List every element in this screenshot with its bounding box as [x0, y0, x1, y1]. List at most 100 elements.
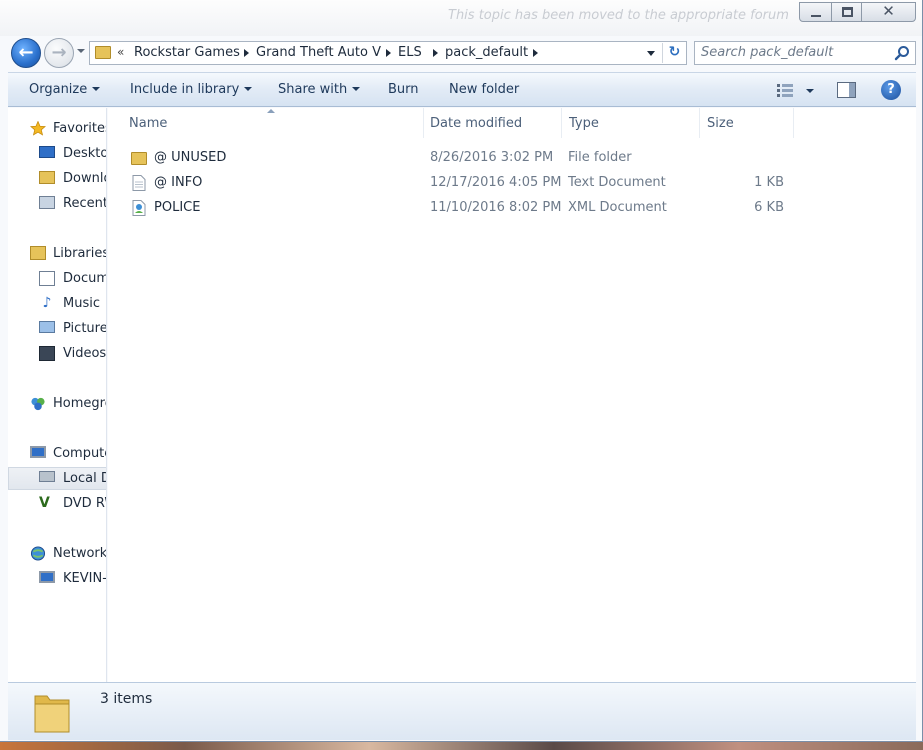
navigation-bar: ← → « Rockstar Games Grand Theft Auto V … — [0, 36, 922, 70]
nav-network-label: Network — [53, 546, 107, 561]
chevron-down-icon — [92, 87, 101, 91]
nav-favorites[interactable]: Favorites — [8, 117, 107, 140]
file-date: 12/17/2016 4:05 PM — [430, 175, 562, 190]
nav-pictures-label: Pictures — [63, 321, 107, 336]
nav-videos[interactable]: Videos — [8, 342, 107, 365]
column-header-size[interactable]: Size — [700, 108, 794, 138]
organize-button[interactable]: Organize — [29, 82, 101, 97]
nav-downloads[interactable]: Downloads — [8, 167, 106, 190]
dvd-drive-icon: V — [39, 495, 50, 511]
address-history-dropdown[interactable] — [647, 51, 655, 56]
minimize-button[interactable] — [799, 2, 832, 22]
breadcrumb-rockstar-games[interactable]: Rockstar Games — [134, 45, 240, 60]
command-bar: Organize Include in library Share with B… — [8, 72, 916, 107]
file-list: Name Date modified Type Size @ UNUSED 8/… — [108, 108, 916, 682]
recent-pages-dropdown[interactable] — [77, 49, 85, 53]
refresh-button[interactable]: ↻ — [662, 43, 686, 63]
nav-homegroup[interactable]: Homegroup — [8, 392, 106, 415]
nav-network[interactable]: Network — [8, 542, 107, 565]
new-folder-button[interactable]: New folder — [449, 82, 519, 97]
text-document-icon — [132, 175, 146, 191]
back-button[interactable]: ← — [11, 38, 41, 68]
music-note-icon: ♪ — [42, 295, 52, 311]
share-with-button[interactable]: Share with — [278, 82, 361, 97]
refresh-icon: ↻ — [668, 44, 681, 60]
include-in-library-label: Include in library — [130, 82, 240, 97]
breadcrumb-chevron-icon[interactable] — [386, 49, 391, 57]
background-ghost-text: This topic has been moved to the appropr… — [448, 8, 789, 23]
file-date: 11/10/2016 8:02 PM — [430, 200, 562, 215]
close-icon: ✕ — [882, 2, 895, 20]
breadcrumb-chevron-icon[interactable] — [533, 49, 538, 57]
nav-desktop[interactable]: Desktop — [8, 142, 106, 165]
change-view-icon[interactable] — [777, 84, 793, 97]
local-disk-icon — [39, 471, 55, 482]
back-arrow-icon: ← — [18, 42, 34, 63]
preview-pane-icon[interactable] — [837, 82, 856, 98]
close-button[interactable]: ✕ — [861, 2, 916, 22]
breadcrumb-chevron-icon[interactable] — [244, 49, 249, 57]
nav-desktop-label: Desktop — [63, 146, 106, 161]
nav-recent-places[interactable]: Recent Places — [8, 192, 106, 215]
file-row[interactable]: POLICE 11/10/2016 8:02 PM XML Document 6… — [108, 196, 808, 221]
nav-computer[interactable]: Computer — [8, 442, 106, 465]
column-header-name[interactable]: Name — [108, 108, 424, 138]
breadcrumb-overflow[interactable]: « — [117, 45, 124, 59]
pictures-icon — [39, 321, 55, 333]
folder-icon — [95, 46, 111, 59]
homegroup-icon — [31, 397, 45, 411]
breadcrumb-els[interactable]: ELS — [398, 45, 422, 60]
breadcrumb-chevron-icon[interactable] — [433, 49, 438, 57]
nav-dvd-label: DVD RW Drive — [63, 496, 106, 511]
folder-icon — [131, 152, 147, 165]
file-name: POLICE — [154, 200, 201, 215]
nav-kevin-label: KEVIN-PC — [63, 571, 107, 586]
search-icon[interactable] — [894, 45, 910, 61]
star-icon — [30, 121, 46, 136]
nav-favorites-label: Favorites — [53, 121, 107, 136]
nav-videos-label: Videos — [63, 346, 107, 361]
help-icon[interactable]: ? — [881, 80, 901, 100]
file-date: 8/26/2016 3:02 PM — [430, 150, 554, 165]
nav-music[interactable]: ♪ Music — [8, 292, 106, 315]
file-type: XML Document — [568, 200, 667, 215]
file-row[interactable]: @ INFO 12/17/2016 4:05 PM Text Document … — [108, 171, 808, 196]
libraries-icon — [30, 246, 46, 260]
nav-computer-label: Computer — [53, 446, 106, 461]
nav-dvd-drive[interactable]: V DVD RW Drive — [8, 492, 106, 515]
forward-button[interactable]: → — [44, 38, 74, 68]
file-row[interactable]: @ UNUSED 8/26/2016 3:02 PM File folder — [108, 146, 808, 171]
maximize-icon — [842, 7, 853, 17]
nav-downloads-label: Downloads — [63, 171, 106, 186]
title-bar[interactable]: This topic has been moved to the appropr… — [0, 0, 922, 36]
videos-icon — [39, 346, 55, 361]
details-pane: 3 items — [8, 682, 916, 740]
nav-local-disk[interactable]: Local Disk (C:) — [8, 467, 106, 490]
nav-pictures[interactable]: Pictures — [8, 317, 107, 340]
address-bar[interactable]: « Rockstar Games Grand Theft Auto V ELS … — [89, 41, 687, 65]
column-header-date[interactable]: Date modified — [424, 108, 562, 138]
nav-libraries[interactable]: Libraries — [8, 242, 106, 265]
item-count: 3 items — [100, 691, 153, 707]
search-input[interactable] — [701, 45, 881, 60]
network-computer-icon — [39, 571, 55, 583]
file-type: Text Document — [568, 175, 666, 190]
column-header-type[interactable]: Type — [562, 108, 700, 138]
maximize-button[interactable] — [831, 2, 862, 22]
network-globe-icon — [30, 546, 46, 561]
organize-label: Organize — [29, 82, 88, 97]
breadcrumb-gta-v[interactable]: Grand Theft Auto V — [256, 45, 381, 60]
nav-kevin-pc[interactable]: KEVIN-PC — [8, 567, 107, 590]
breadcrumb-pack-default[interactable]: pack_default — [445, 45, 528, 60]
view-options-dropdown[interactable] — [806, 89, 814, 93]
nav-documents[interactable]: Documents — [8, 267, 106, 290]
computer-icon — [30, 446, 46, 458]
burn-button[interactable]: Burn — [388, 82, 419, 97]
file-name: @ INFO — [154, 175, 203, 190]
nav-music-label: Music — [63, 296, 100, 311]
search-box[interactable] — [694, 41, 916, 65]
forward-arrow-icon: → — [51, 42, 67, 63]
minimize-icon — [811, 15, 821, 17]
include-in-library-button[interactable]: Include in library — [130, 82, 253, 97]
chevron-down-icon — [244, 87, 253, 91]
